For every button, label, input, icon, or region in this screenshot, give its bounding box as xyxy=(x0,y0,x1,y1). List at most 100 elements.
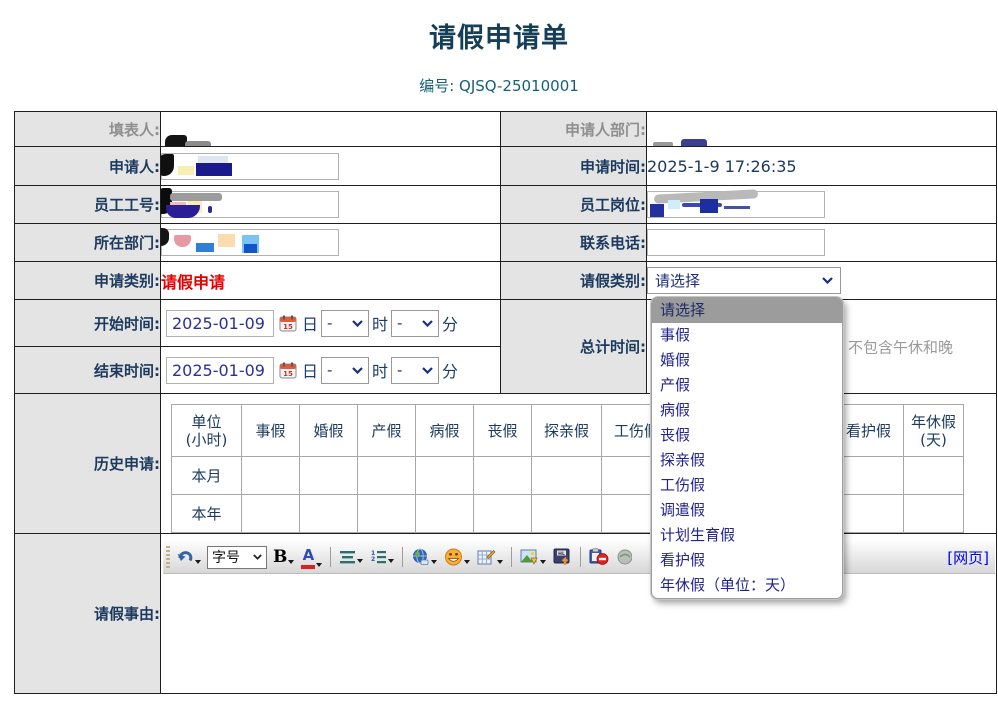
toolbar-separator xyxy=(402,547,403,567)
caret-icon xyxy=(497,560,503,564)
insert-image-button[interactable] xyxy=(519,547,547,567)
dropdown-option[interactable]: 看护假 xyxy=(652,548,842,573)
undo-button[interactable] xyxy=(175,547,202,567)
employee-id-label: 员工工号: xyxy=(15,186,161,224)
leave-type-label: 请假类别: xyxy=(501,262,647,300)
doc-number: 编号: QJSQ-25010001 xyxy=(0,75,998,96)
chevron-down-icon xyxy=(822,277,833,284)
dropdown-option[interactable]: 探亲假 xyxy=(652,448,842,473)
caret-icon xyxy=(288,560,294,564)
end-minute-select[interactable]: - xyxy=(391,357,439,384)
dropdown-option[interactable]: 工伤假 xyxy=(652,473,842,498)
ordered-list-button[interactable]: 1 2 xyxy=(369,548,395,566)
leave-form-table: 填表人: 申请人部门: 申请人: xyxy=(14,111,997,694)
paste-blocked-button[interactable] xyxy=(588,547,610,567)
dropdown-option[interactable]: 病假 xyxy=(652,398,842,423)
dropdown-option[interactable]: 计划生育假 xyxy=(652,523,842,548)
leave-type-select[interactable]: 请选择 xyxy=(647,267,841,294)
dropdown-option[interactable]: 年休假（单位：天） xyxy=(652,573,842,598)
align-icon xyxy=(339,549,356,565)
start-date-input[interactable] xyxy=(166,310,274,337)
font-color-icon: A xyxy=(301,545,315,569)
day-unit: 日 xyxy=(302,311,318,335)
bold-button[interactable]: B xyxy=(272,547,295,567)
chevron-down-icon xyxy=(352,320,363,327)
end-time-label: 结束时间: xyxy=(15,347,161,394)
reason-cell: 字号 B A xyxy=(161,534,997,694)
undo-icon xyxy=(176,548,194,566)
calendar-icon[interactable]: 15 xyxy=(279,315,297,332)
start-time-cell: 15 日 - 时 - 分 xyxy=(161,300,501,347)
align-button[interactable] xyxy=(338,548,364,566)
total-time-note: 不包含午休和晚 xyxy=(848,336,953,357)
history-cell xyxy=(474,457,532,495)
applicant-input[interactable] xyxy=(161,153,339,180)
caret-icon xyxy=(431,560,437,564)
font-color-button[interactable]: A xyxy=(300,544,323,570)
dropdown-option[interactable]: 事假 xyxy=(652,323,842,348)
edit-table-button[interactable] xyxy=(476,547,504,567)
history-header-row: 单位 (小时) 事假 婚假 产假 病假 丧假 探亲假 工伤假 调遣假 计划生育假… xyxy=(172,405,964,457)
save-html-button[interactable]: HL xyxy=(552,547,573,567)
svg-text:2: 2 xyxy=(371,556,375,563)
end-time-cell: 15 日 - 时 - 分 xyxy=(161,347,501,394)
minute-unit: 分 xyxy=(442,358,458,382)
total-time-label: 总计时间: xyxy=(501,300,647,394)
reason-editor-area[interactable] xyxy=(162,574,995,692)
end-date-input[interactable] xyxy=(166,357,274,384)
department-input[interactable] xyxy=(161,229,339,256)
history-cell xyxy=(834,495,904,533)
filler-label: 填表人: xyxy=(15,112,161,147)
history-cell xyxy=(834,457,904,495)
caret-icon xyxy=(464,560,470,564)
history-header-cell: 探亲假 xyxy=(532,405,602,457)
contact-phone-input[interactable] xyxy=(647,229,825,256)
history-cell xyxy=(242,457,300,495)
history-cell xyxy=(532,457,602,495)
cropped-globe-icon xyxy=(616,548,632,566)
history-cell xyxy=(358,495,416,533)
calendar-icon[interactable]: 15 xyxy=(279,362,297,379)
table-row: 申请人: 申请时间: 2025-1-9 17:26:35 xyxy=(15,147,997,186)
emoticon-button[interactable] xyxy=(443,547,471,567)
end-hour-select[interactable]: - xyxy=(321,357,369,384)
dropdown-option[interactable]: 丧假 xyxy=(652,423,842,448)
insert-link-icon xyxy=(411,548,430,566)
dropdown-option[interactable]: 产假 xyxy=(652,373,842,398)
font-size-select[interactable]: 字号 xyxy=(207,546,267,569)
contact-phone-cell xyxy=(647,224,997,262)
insert-link-button[interactable] xyxy=(410,547,438,567)
caret-icon xyxy=(357,559,363,563)
page-title: 请假申请单 xyxy=(0,0,998,55)
contact-phone-label: 联系电话: xyxy=(501,224,647,262)
history-cell xyxy=(242,495,300,533)
history-cell xyxy=(358,457,416,495)
history-header-cell: 婚假 xyxy=(300,405,358,457)
toolbar-drag-handle[interactable] xyxy=(166,546,170,568)
svg-text:15: 15 xyxy=(283,370,293,378)
history-header-cell: 年休假 (天) xyxy=(904,405,964,457)
dropdown-option[interactable]: 调遣假 xyxy=(652,498,842,523)
webpage-link[interactable]: [网页] xyxy=(947,547,989,568)
leave-type-cell: 请选择 xyxy=(647,262,997,300)
history-header-cell: 病假 xyxy=(416,405,474,457)
table-row: 员工工号: 员工岗位: xyxy=(15,186,997,224)
start-hour-select[interactable]: - xyxy=(321,310,369,337)
table-row: 开始时间: 15 日 - 时 xyxy=(15,300,997,347)
leave-type-dropdown-popup: 请选择 事假 婚假 产假 病假 丧假 探亲假 工伤假 调遣假 计划生育假 看护假… xyxy=(651,297,843,599)
emoticon-icon xyxy=(444,548,463,566)
leave-type-selected: 请选择 xyxy=(655,270,700,291)
start-minute-select[interactable]: - xyxy=(391,310,439,337)
dropdown-option[interactable]: 婚假 xyxy=(652,348,842,373)
dropdown-option[interactable]: 请选择 xyxy=(652,298,842,323)
history-cell xyxy=(300,457,358,495)
toolbar-partial-icon[interactable] xyxy=(615,547,633,567)
editor-toolbar: 字号 B A xyxy=(163,541,995,574)
svg-text:15: 15 xyxy=(283,323,293,331)
history-row-month: 本月 xyxy=(172,457,964,495)
history-header-cell: 单位 (小时) xyxy=(172,405,242,457)
employee-post-input[interactable] xyxy=(647,191,825,218)
employee-id-input[interactable] xyxy=(161,191,339,218)
applicant-dept-value xyxy=(647,112,997,147)
employee-id-cell xyxy=(161,186,501,224)
